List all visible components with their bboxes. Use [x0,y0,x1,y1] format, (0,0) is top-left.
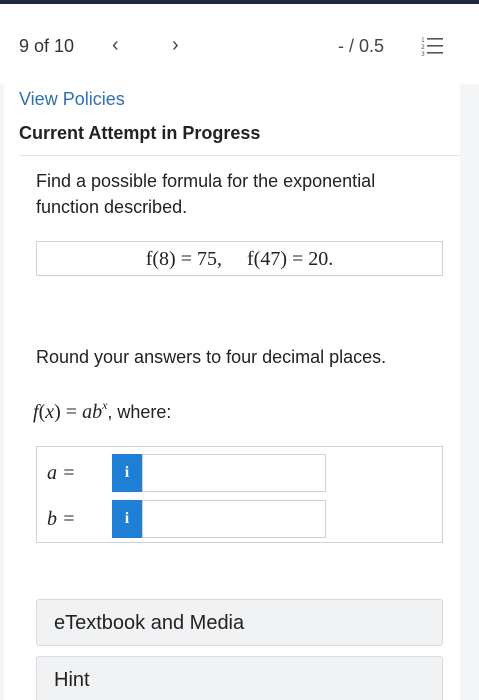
svg-text:2: 2 [421,44,425,51]
formula-template: f(x) = abx, where: [33,398,172,423]
where-label: , where: [107,402,172,422]
info-icon[interactable]: i [112,500,142,538]
question-nav: 9 of 10 ‹ › - / 0.5 1 2 3 [0,4,479,84]
hint-button[interactable]: Hint [36,656,443,700]
given-values: f(8) = 75, f(47) = 20. [145,248,334,270]
answer-label-b: b = [47,508,76,530]
next-question-icon[interactable]: › [172,34,179,57]
info-icon[interactable]: i [112,454,142,492]
previous-question-icon[interactable]: ‹ [112,34,119,57]
answer-input-b[interactable] [142,500,326,538]
question-counter: 9 of 10 [19,36,75,56]
divider [19,155,460,156]
answer-row-b: b = i [37,500,442,538]
answer-label-a: a = [47,462,76,484]
attempt-title: Current Attempt in Progress [19,123,261,143]
question-prompt: Find a possible formula for the exponent… [36,171,376,217]
view-policies-link[interactable]: View Policies [19,89,125,110]
answer-input-a[interactable] [142,454,326,492]
given-values-box: f(8) = 75, f(47) = 20. [36,241,443,276]
etextbook-media-button[interactable]: eTextbook and Media [36,599,443,646]
answer-box: a = i b = i [36,446,443,543]
rounding-instruction: Round your answers to four decimal place… [36,347,387,367]
numbered-list-icon[interactable]: 1 2 3 [421,36,443,56]
svg-text:3: 3 [421,51,425,56]
answer-row-a: a = i [37,454,442,492]
score-display: - / 0.5 [338,36,385,56]
svg-text:1: 1 [421,37,425,44]
